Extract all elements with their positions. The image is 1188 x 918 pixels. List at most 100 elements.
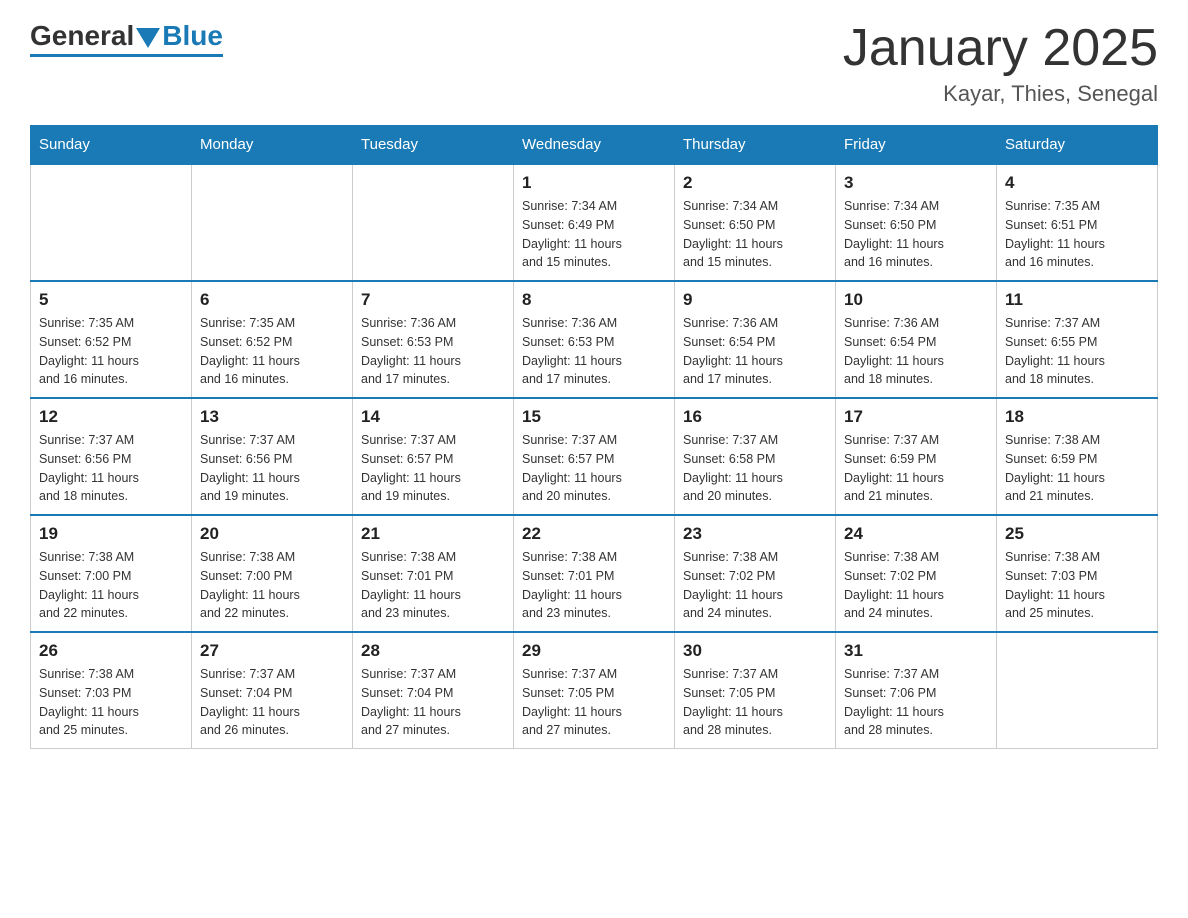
day-header-wednesday: Wednesday (514, 126, 675, 165)
day-header-thursday: Thursday (675, 126, 836, 165)
day-cell-7: 7 Sunrise: 7:36 AMSunset: 6:53 PMDaylight… (353, 281, 514, 398)
day-info-20: Sunrise: 7:38 AMSunset: 7:00 PMDaylight:… (200, 548, 344, 623)
day-cell-26: 26Sunrise: 7:38 AMSunset: 7:03 PMDayligh… (31, 632, 192, 749)
day-info-1: Sunrise: 7:34 AMSunset: 6:49 PMDaylight:… (522, 197, 666, 272)
day-number-9: 9 (683, 290, 827, 310)
day-info-25: Sunrise: 7:38 AMSunset: 7:03 PMDaylight:… (1005, 548, 1149, 623)
day-number-21: 21 (361, 524, 505, 544)
day-info-29: Sunrise: 7:37 AMSunset: 7:05 PMDaylight:… (522, 665, 666, 740)
day-info-10: Sunrise: 7:36 AMSunset: 6:54 PMDaylight:… (844, 314, 988, 389)
day-cell-1: 1 Sunrise: 7:34 AMSunset: 6:49 PMDaylight… (514, 164, 675, 281)
day-cell-16: 16Sunrise: 7:37 AMSunset: 6:58 PMDayligh… (675, 398, 836, 515)
day-info-9: Sunrise: 7:36 AMSunset: 6:54 PMDaylight:… (683, 314, 827, 389)
day-cell-12: 12 Sunrise: 7:37 AMSunset: 6:56 PMDayligh… (31, 398, 192, 515)
day-info-12: Sunrise: 7:37 AMSunset: 6:56 PMDaylight:… (39, 431, 183, 506)
day-number-25: 25 (1005, 524, 1149, 544)
day-cell-8: 8 Sunrise: 7:36 AMSunset: 6:53 PMDaylight… (514, 281, 675, 398)
day-number-7: 7 (361, 290, 505, 310)
day-cell-24: 24 Sunrise: 7:38 AMSunset: 7:02 PMDayligh… (836, 515, 997, 632)
empty-cell (997, 632, 1158, 749)
day-info-7: Sunrise: 7:36 AMSunset: 6:53 PMDaylight:… (361, 314, 505, 389)
logo: General Blue (30, 20, 223, 57)
day-cell-14: 14 Sunrise: 7:37 AMSunset: 6:57 PMDayligh… (353, 398, 514, 515)
day-header-saturday: Saturday (997, 126, 1158, 165)
day-number-14: 14 (361, 407, 505, 427)
day-info-28: Sunrise: 7:37 AMSunset: 7:04 PMDaylight:… (361, 665, 505, 740)
day-cell-30: 30Sunrise: 7:37 AMSunset: 7:05 PMDayligh… (675, 632, 836, 749)
day-info-4: Sunrise: 7:35 AMSunset: 6:51 PMDaylight:… (1005, 197, 1149, 272)
day-info-19: Sunrise: 7:38 AMSunset: 7:00 PMDaylight:… (39, 548, 183, 623)
day-number-28: 28 (361, 641, 505, 661)
day-cell-31: 31Sunrise: 7:37 AMSunset: 7:06 PMDayligh… (836, 632, 997, 749)
day-info-14: Sunrise: 7:37 AMSunset: 6:57 PMDaylight:… (361, 431, 505, 506)
day-cell-6: 6 Sunrise: 7:35 AMSunset: 6:52 PMDaylight… (192, 281, 353, 398)
day-cell-9: 9 Sunrise: 7:36 AMSunset: 6:54 PMDaylight… (675, 281, 836, 398)
logo-general-text: General (30, 20, 134, 52)
day-info-31: Sunrise: 7:37 AMSunset: 7:06 PMDaylight:… (844, 665, 988, 740)
day-header-sunday: Sunday (31, 126, 192, 165)
day-number-17: 17 (844, 407, 988, 427)
day-cell-18: 18Sunrise: 7:38 AMSunset: 6:59 PMDayligh… (997, 398, 1158, 515)
day-header-tuesday: Tuesday (353, 126, 514, 165)
day-number-24: 24 (844, 524, 988, 544)
day-cell-11: 11Sunrise: 7:37 AMSunset: 6:55 PMDayligh… (997, 281, 1158, 398)
day-number-29: 29 (522, 641, 666, 661)
day-number-12: 12 (39, 407, 183, 427)
day-cell-28: 28 Sunrise: 7:37 AMSunset: 7:04 PMDayligh… (353, 632, 514, 749)
empty-cell (31, 164, 192, 281)
day-number-15: 15 (522, 407, 666, 427)
day-info-13: Sunrise: 7:37 AMSunset: 6:56 PMDaylight:… (200, 431, 344, 506)
day-number-5: 5 (39, 290, 183, 310)
logo-underline (30, 54, 223, 57)
day-headers-row: SundayMondayTuesdayWednesdayThursdayFrid… (31, 126, 1158, 165)
title-area: January 2025 Kayar, Thies, Senegal (843, 20, 1158, 107)
logo-blue-text: Blue (162, 20, 223, 52)
day-cell-20: 20 Sunrise: 7:38 AMSunset: 7:00 PMDayligh… (192, 515, 353, 632)
day-number-2: 2 (683, 173, 827, 193)
day-cell-4: 4 Sunrise: 7:35 AMSunset: 6:51 PMDaylight… (997, 164, 1158, 281)
day-cell-25: 25 Sunrise: 7:38 AMSunset: 7:03 PMDayligh… (997, 515, 1158, 632)
calendar-title: January 2025 (843, 20, 1158, 77)
day-info-6: Sunrise: 7:35 AMSunset: 6:52 PMDaylight:… (200, 314, 344, 389)
day-cell-10: 10Sunrise: 7:36 AMSunset: 6:54 PMDayligh… (836, 281, 997, 398)
day-info-24: Sunrise: 7:38 AMSunset: 7:02 PMDaylight:… (844, 548, 988, 623)
day-number-1: 1 (522, 173, 666, 193)
day-number-6: 6 (200, 290, 344, 310)
day-info-27: Sunrise: 7:37 AMSunset: 7:04 PMDaylight:… (200, 665, 344, 740)
day-info-30: Sunrise: 7:37 AMSunset: 7:05 PMDaylight:… (683, 665, 827, 740)
day-number-3: 3 (844, 173, 988, 193)
day-cell-22: 22Sunrise: 7:38 AMSunset: 7:01 PMDayligh… (514, 515, 675, 632)
day-number-20: 20 (200, 524, 344, 544)
day-info-11: Sunrise: 7:37 AMSunset: 6:55 PMDaylight:… (1005, 314, 1149, 389)
calendar-table: SundayMondayTuesdayWednesdayThursdayFrid… (30, 125, 1158, 749)
day-number-23: 23 (683, 524, 827, 544)
day-number-19: 19 (39, 524, 183, 544)
day-cell-15: 15Sunrise: 7:37 AMSunset: 6:57 PMDayligh… (514, 398, 675, 515)
day-number-8: 8 (522, 290, 666, 310)
day-cell-27: 27 Sunrise: 7:37 AMSunset: 7:04 PMDayligh… (192, 632, 353, 749)
day-header-monday: Monday (192, 126, 353, 165)
day-info-17: Sunrise: 7:37 AMSunset: 6:59 PMDaylight:… (844, 431, 988, 506)
day-info-23: Sunrise: 7:38 AMSunset: 7:02 PMDaylight:… (683, 548, 827, 623)
empty-cell (353, 164, 514, 281)
day-info-16: Sunrise: 7:37 AMSunset: 6:58 PMDaylight:… (683, 431, 827, 506)
day-cell-2: 2Sunrise: 7:34 AMSunset: 6:50 PMDaylight… (675, 164, 836, 281)
day-number-27: 27 (200, 641, 344, 661)
day-info-5: Sunrise: 7:35 AMSunset: 6:52 PMDaylight:… (39, 314, 183, 389)
day-cell-17: 17 Sunrise: 7:37 AMSunset: 6:59 PMDayligh… (836, 398, 997, 515)
day-cell-29: 29 Sunrise: 7:37 AMSunset: 7:05 PMDayligh… (514, 632, 675, 749)
day-cell-3: 3 Sunrise: 7:34 AMSunset: 6:50 PMDaylight… (836, 164, 997, 281)
day-info-26: Sunrise: 7:38 AMSunset: 7:03 PMDaylight:… (39, 665, 183, 740)
week-row-3: 12 Sunrise: 7:37 AMSunset: 6:56 PMDayligh… (31, 398, 1158, 515)
day-number-22: 22 (522, 524, 666, 544)
week-row-2: 5 Sunrise: 7:35 AMSunset: 6:52 PMDaylight… (31, 281, 1158, 398)
logo-triangle-icon (136, 28, 160, 48)
day-number-4: 4 (1005, 173, 1149, 193)
week-row-5: 26Sunrise: 7:38 AMSunset: 7:03 PMDayligh… (31, 632, 1158, 749)
week-row-4: 19 Sunrise: 7:38 AMSunset: 7:00 PMDayligh… (31, 515, 1158, 632)
day-number-13: 13 (200, 407, 344, 427)
day-info-8: Sunrise: 7:36 AMSunset: 6:53 PMDaylight:… (522, 314, 666, 389)
day-info-3: Sunrise: 7:34 AMSunset: 6:50 PMDaylight:… (844, 197, 988, 272)
empty-cell (192, 164, 353, 281)
day-cell-23: 23 Sunrise: 7:38 AMSunset: 7:02 PMDayligh… (675, 515, 836, 632)
